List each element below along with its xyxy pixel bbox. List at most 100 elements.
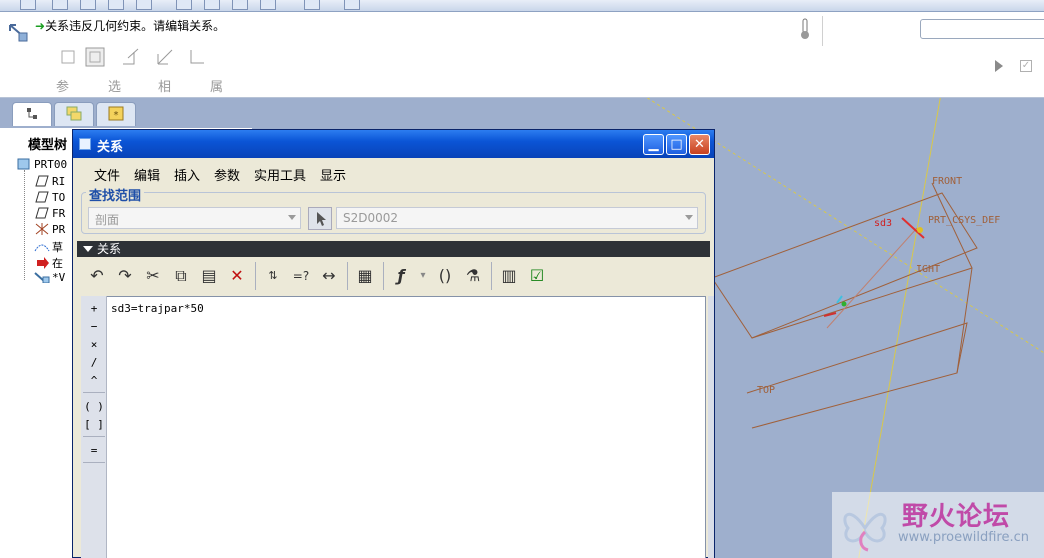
- menu-insert[interactable]: 插入: [174, 165, 200, 184]
- parentheses-icon[interactable]: (): [433, 264, 457, 288]
- toolbar-button[interactable]: [52, 0, 68, 10]
- tree-item-label: 草: [52, 241, 63, 254]
- check-icon[interactable]: ☑: [525, 264, 549, 288]
- menu-display[interactable]: 显示: [320, 165, 346, 184]
- thermometer-icon[interactable]: [800, 18, 810, 40]
- butterfly-logo-icon: [843, 512, 887, 552]
- properties-icon[interactable]: [154, 46, 176, 68]
- menu-edit[interactable]: 编辑: [134, 165, 160, 184]
- toolbar-button[interactable]: [80, 0, 96, 10]
- dialog-titlebar[interactable]: 关系 ▁ □ ✕: [73, 130, 714, 158]
- sweep-feature-icon: [9, 24, 28, 42]
- layers-icon: [66, 106, 82, 121]
- sort-icon[interactable]: ▥: [497, 264, 521, 288]
- toolbar-button[interactable]: [176, 0, 192, 10]
- dashboard-input[interactable]: [920, 19, 1044, 39]
- parentheses-operator[interactable]: ( ): [81, 400, 107, 413]
- options-icon[interactable]: [84, 46, 106, 68]
- feature-dashboard: ➜关系违反几何约束。请编辑关系。 参照 选项 相切 属性 ✓: [0, 12, 1044, 114]
- select-pointer-button[interactable]: [308, 207, 332, 230]
- redo-icon[interactable]: ↷: [113, 264, 137, 288]
- tab-model-tree[interactable]: [12, 102, 52, 126]
- minus-operator[interactable]: −: [81, 320, 107, 333]
- watermark: 野火论坛 www.proewildfire.cn: [832, 492, 1044, 558]
- menu-file[interactable]: 文件: [94, 165, 120, 184]
- tree-item-sweep[interactable]: *V: [34, 271, 65, 287]
- sweep-icon: [34, 272, 50, 283]
- relations-editor[interactable]: sd3=trajpar*50: [107, 296, 706, 558]
- tab-favorites[interactable]: *: [96, 102, 136, 126]
- paste-icon[interactable]: ▤: [197, 264, 221, 288]
- function-dropdown-icon[interactable]: ▾: [411, 264, 435, 288]
- relations-section-header[interactable]: 关系: [77, 241, 710, 257]
- undo-icon[interactable]: ↶: [85, 264, 109, 288]
- toolbar-separator: [347, 262, 348, 290]
- tab-layers[interactable]: [54, 102, 94, 126]
- play-icon[interactable]: [995, 60, 1003, 72]
- close-button[interactable]: ✕: [689, 134, 710, 155]
- brackets-operator[interactable]: [ ]: [81, 418, 107, 431]
- plus-operator[interactable]: +: [81, 302, 107, 315]
- power-operator[interactable]: ^: [81, 374, 107, 387]
- sketch-icon: [34, 244, 50, 252]
- toolbar-button[interactable]: [304, 0, 320, 10]
- tree-item-label: PR: [52, 223, 66, 236]
- cut-icon[interactable]: ✂: [141, 264, 165, 288]
- scope-type-value: 剖面: [95, 213, 120, 227]
- menu-utilities[interactable]: 实用工具: [254, 165, 306, 184]
- part-icon: [17, 158, 30, 170]
- minimize-button[interactable]: ▁: [643, 134, 664, 155]
- checkbox-icon[interactable]: ✓: [1020, 60, 1032, 72]
- toolbar-button[interactable]: [260, 0, 276, 10]
- relations-toolbar: ↶ ↷ ✂ ⧉ ▤ ✕ ⇅ =? ↔ ▦ ƒ ▾ () ⚗ ▥ ☑: [81, 260, 706, 292]
- dialog-scroll-edge: [708, 296, 714, 558]
- toolbar-button[interactable]: [232, 0, 248, 10]
- local-params-icon[interactable]: ▦: [353, 264, 377, 288]
- multiply-operator[interactable]: ×: [81, 338, 107, 351]
- relations-dialog: 关系 ▁ □ ✕ 文件 编辑 插入 参数 实用工具 显示 查找范围 剖面 S2D…: [72, 129, 715, 558]
- tree-item-part[interactable]: PRT00: [16, 158, 67, 174]
- tree-item-label: 在: [52, 257, 63, 270]
- datum-plane-icon: [35, 175, 49, 187]
- equals-operator[interactable]: =: [81, 444, 107, 457]
- svg-text:*: *: [114, 110, 119, 121]
- delete-icon[interactable]: ✕: [225, 264, 249, 288]
- tree-item-csys[interactable]: PR: [34, 223, 65, 239]
- tree-item-front-plane[interactable]: FR: [34, 207, 65, 223]
- function-icon[interactable]: ƒ: [389, 264, 413, 288]
- menu-parameters[interactable]: 参数: [214, 165, 240, 184]
- tree-item-label: RI: [52, 175, 66, 188]
- toolbar-button[interactable]: [20, 0, 36, 10]
- tree-item-right-plane[interactable]: RI: [34, 175, 65, 191]
- scope-item-combo[interactable]: S2D0002: [336, 207, 698, 229]
- scope-type-combo[interactable]: 剖面: [88, 207, 301, 229]
- toolbar-button[interactable]: [344, 0, 360, 10]
- evaluate-icon[interactable]: =?: [289, 264, 313, 288]
- toolbar-button[interactable]: [136, 0, 152, 10]
- dialog-menubar: 文件 编辑 插入 参数 实用工具 显示: [73, 158, 714, 186]
- copy-icon[interactable]: ⧉: [169, 264, 193, 288]
- csys-label: PRT_CSYS_DEF: [928, 215, 1000, 226]
- attributes-icon[interactable]: [186, 46, 208, 68]
- dimension-label[interactable]: sd3: [874, 218, 892, 229]
- toolbar-button[interactable]: [108, 0, 124, 10]
- chevron-down-icon: [685, 215, 693, 220]
- reference-icon[interactable]: [58, 46, 80, 68]
- model-tree-tabs: *: [0, 98, 252, 128]
- csys-icon: [35, 223, 49, 235]
- tangency-icon[interactable]: [120, 46, 142, 68]
- show-dimension-icon[interactable]: ↔: [317, 264, 341, 288]
- operator-column: + − × / ^ ( ) [ ] =: [81, 296, 107, 558]
- sweep-outline: [746, 322, 968, 429]
- watermark-url: www.proewildfire.cn: [898, 530, 1029, 545]
- verify-icon[interactable]: ⚗: [461, 264, 485, 288]
- tree-item-top-plane[interactable]: TO: [34, 191, 65, 207]
- tree-item-sketch[interactable]: 草: [34, 239, 63, 255]
- maximize-button[interactable]: □: [666, 134, 687, 155]
- relation-text[interactable]: sd3=trajpar*50: [111, 302, 204, 315]
- datum-plane-icon: [35, 207, 49, 219]
- tree-item-insert-here[interactable]: 在: [34, 255, 63, 271]
- divide-operator[interactable]: /: [81, 356, 107, 369]
- toolbar-button[interactable]: [204, 0, 220, 10]
- sort-relations-icon[interactable]: ⇅: [261, 264, 285, 288]
